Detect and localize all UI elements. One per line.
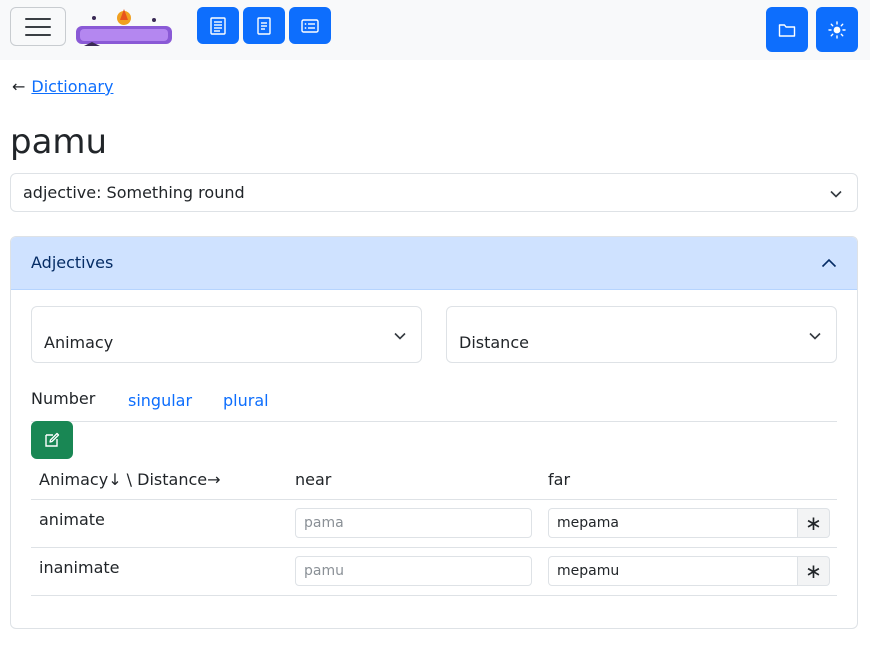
accordion-title: Adjectives bbox=[31, 253, 114, 272]
navbar bbox=[0, 0, 870, 60]
animacy-select[interactable]: Animacy bbox=[31, 306, 422, 363]
definition-select[interactable]: adjective: Something round bbox=[10, 173, 858, 212]
table-row: animate pama mepama ∗ bbox=[31, 500, 837, 548]
menu-icon bbox=[25, 17, 51, 20]
distance-label: Distance bbox=[459, 333, 529, 352]
chevron-down-icon bbox=[830, 190, 842, 198]
menu-toggle-button[interactable] bbox=[10, 7, 66, 46]
page-title: pamu bbox=[10, 122, 108, 162]
card-list-icon bbox=[301, 18, 319, 33]
number-label: Number bbox=[31, 389, 96, 408]
arrow-left-icon: ← bbox=[12, 77, 26, 96]
journal-icon bbox=[257, 16, 271, 35]
breadcrumb: ← Dictionary bbox=[12, 77, 113, 96]
column-header-near: near bbox=[295, 470, 332, 489]
list-icon bbox=[210, 16, 226, 35]
far-form-input[interactable]: mepamu bbox=[548, 556, 798, 586]
tab-plural[interactable]: plural bbox=[223, 391, 269, 410]
distance-select[interactable]: Distance bbox=[446, 306, 837, 363]
chevron-down-icon bbox=[394, 332, 406, 340]
journal-button[interactable] bbox=[243, 7, 285, 44]
number-tabs: Number singular plural bbox=[31, 387, 837, 422]
table-header-row: Animacy↓ \ Distance→ near far bbox=[31, 461, 837, 500]
app-logo[interactable] bbox=[74, 6, 174, 50]
edit-button[interactable] bbox=[31, 421, 73, 459]
tab-singular[interactable]: singular bbox=[128, 391, 192, 410]
column-header-far: far bbox=[548, 470, 571, 489]
animacy-label: Animacy bbox=[44, 333, 114, 352]
asterisk-button[interactable]: ∗ bbox=[798, 508, 830, 538]
near-form-input[interactable]: pamu bbox=[295, 556, 532, 586]
asterisk-button[interactable]: ∗ bbox=[798, 556, 830, 586]
sun-icon bbox=[828, 20, 846, 39]
chevron-up-icon bbox=[821, 258, 837, 268]
inflection-table: Animacy↓ \ Distance→ near far animate pa… bbox=[31, 461, 837, 596]
card-list-button[interactable] bbox=[289, 7, 331, 44]
edit-icon bbox=[45, 432, 60, 447]
open-folder-button[interactable] bbox=[766, 7, 808, 52]
table-row: inanimate pamu mepamu ∗ bbox=[31, 548, 837, 596]
chevron-down-icon bbox=[809, 332, 821, 340]
adjectives-accordion: Adjectives Animacy Distance Number singu… bbox=[10, 236, 858, 629]
row-label: animate bbox=[39, 510, 105, 529]
definition-selected: adjective: Something round bbox=[23, 183, 245, 202]
folder-icon bbox=[778, 23, 796, 37]
table-corner-header: Animacy↓ \ Distance→ bbox=[39, 470, 221, 489]
accordion-header[interactable]: Adjectives bbox=[11, 237, 857, 290]
list-view-button[interactable] bbox=[197, 7, 239, 44]
near-form-input[interactable]: pama bbox=[295, 508, 532, 538]
row-label: inanimate bbox=[39, 558, 120, 577]
dictionary-link[interactable]: Dictionary bbox=[31, 77, 113, 96]
theme-toggle-button[interactable] bbox=[816, 7, 858, 52]
far-form-input[interactable]: mepama bbox=[548, 508, 798, 538]
